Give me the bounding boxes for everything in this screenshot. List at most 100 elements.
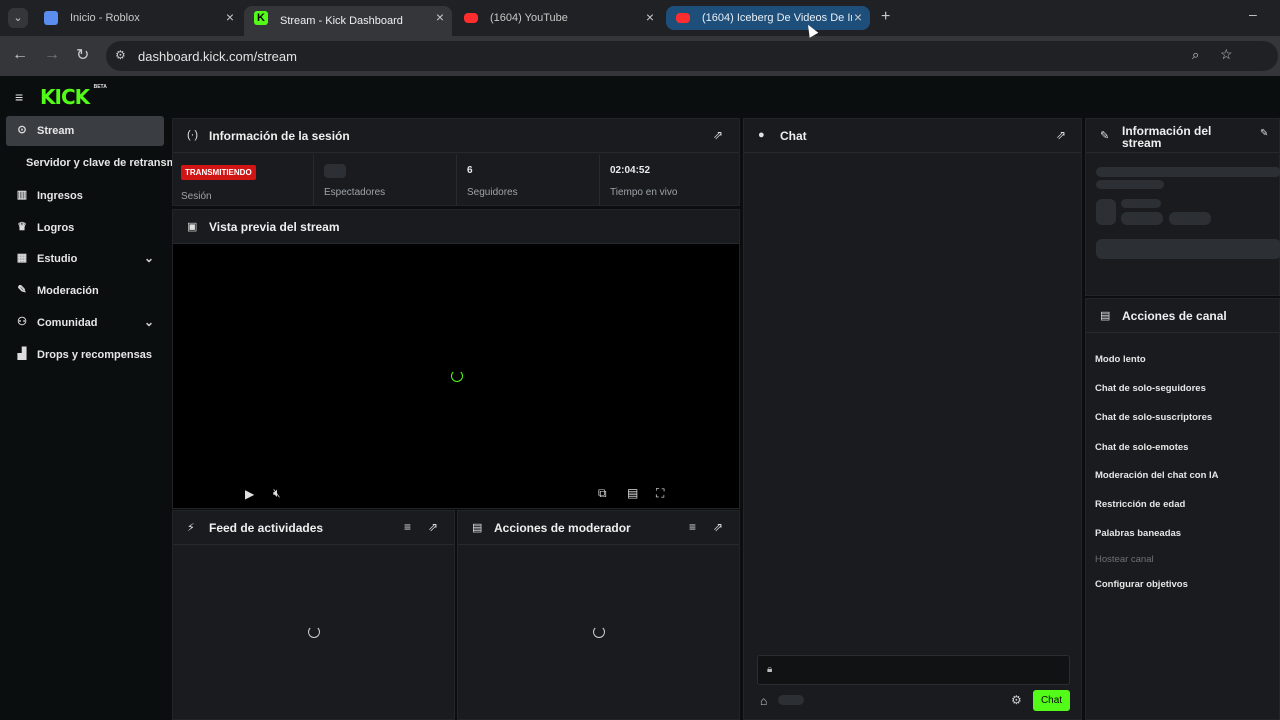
close-icon[interactable]: ×	[436, 9, 444, 25]
chat-panel: ● Chat ⇗ 🔒︎ ⌂ ⚙ Chat	[743, 118, 1082, 720]
wrench-icon: ✎	[1100, 130, 1110, 142]
tab-title: Stream - Kick Dashboard	[280, 15, 403, 27]
panel-header: (·) Información de la sesión ⇗	[173, 119, 739, 153]
url-text: dashboard.kick.com/stream	[138, 49, 297, 64]
popout-icon[interactable]: ⇗	[713, 520, 723, 534]
chevron-down-icon: ⌄	[143, 315, 154, 329]
fullscreen-icon[interactable]: ⛶	[656, 486, 664, 501]
sidebar-item-drops[interactable]: ▟ Drops y recompensas	[6, 340, 164, 370]
button-loading-skeleton	[1096, 239, 1280, 259]
tab-youtube-iceberg[interactable]: (1604) Iceberg De Videos De In ×	[666, 6, 870, 30]
picture-in-picture-icon[interactable]: ⧉	[598, 486, 607, 501]
roblox-icon	[44, 11, 58, 25]
channel-action-subscribers-only[interactable]: Chat de solo-suscriptores	[1095, 412, 1212, 423]
kick-logo[interactable]: KICK BETA	[40, 84, 107, 109]
viewers-loading-skeleton	[324, 164, 346, 178]
sidebar-item-label: Moderación	[37, 285, 99, 297]
panel-title: Feed de actividades	[209, 521, 324, 535]
minimize-icon[interactable]: –	[1249, 6, 1257, 22]
stream-preview-panel: ▣ Vista previa del stream ▶ 🔇︎ ⧉ ▤ ⛶	[172, 209, 740, 509]
stat-label: Sesión	[181, 191, 212, 202]
tab-list-chevron-icon[interactable]: ⌄	[8, 8, 28, 28]
chat-bubble-icon: ●	[758, 129, 765, 141]
loading-spinner-icon	[308, 626, 320, 638]
filter-icon[interactable]: ≡	[689, 520, 696, 534]
panel-header: ✎ Información del stream ✎	[1086, 119, 1279, 153]
sidebar-item-estudio[interactable]: ▦ Estudio ⌄	[6, 244, 164, 274]
back-arrow-icon[interactable]: ←	[12, 46, 28, 64]
chart-icon: ▥	[16, 189, 28, 201]
close-icon[interactable]: ×	[226, 9, 234, 25]
close-icon[interactable]: ×	[854, 9, 862, 25]
wrench-icon: ✎	[17, 284, 27, 296]
category-loading-skeleton	[1096, 180, 1164, 189]
tab-title: Inicio - Roblox	[70, 12, 140, 24]
chat-input[interactable]: 🔒︎	[757, 655, 1070, 685]
youtube-icon	[464, 13, 478, 23]
hamburger-menu-icon[interactable]: ≡	[15, 89, 23, 105]
tab-title: (1604) Iceberg De Videos De In	[702, 12, 852, 24]
reload-icon[interactable]: ↻	[76, 45, 89, 65]
session-info-panel: (·) Información de la sesión ⇗ TRANSMITI…	[172, 118, 740, 206]
sidebar-item-server-key[interactable]: Servidor y clave de retransmisión	[6, 148, 172, 178]
panel-title: Chat	[780, 129, 807, 143]
sidebar-item-label: Logros	[37, 222, 75, 234]
forward-arrow-icon[interactable]: →	[44, 46, 60, 64]
sidebar-item-comunidad[interactable]: ⚇ Comunidad ⌄	[6, 308, 164, 338]
settings-gear-icon[interactable]: ⚙	[1011, 693, 1022, 707]
stream-info-panel: ✎ Información del stream ✎	[1085, 118, 1280, 296]
browser-toolbar: ← → ↻ ⚙ dashboard.kick.com/stream ⌕ ☆	[0, 36, 1280, 76]
popout-icon[interactable]: ⇗	[428, 520, 438, 534]
lock-icon: 🔒︎	[767, 664, 773, 675]
filter-icon[interactable]: ≡	[404, 520, 411, 534]
stat-session: TRANSMITIENDO Sesión	[173, 154, 314, 206]
sidebar-item-moderacion[interactable]: ✎ Moderación	[6, 276, 164, 306]
close-icon[interactable]: ×	[646, 9, 654, 25]
theater-mode-icon[interactable]: ▤	[627, 486, 638, 500]
channel-action-followers-only[interactable]: Chat de solo-seguidores	[1095, 383, 1206, 394]
chat-send-button[interactable]: Chat	[1033, 690, 1070, 711]
lightning-icon: ⚡︎	[187, 522, 195, 534]
panel-title: Información del stream	[1122, 124, 1212, 150]
people-icon: ⚇	[17, 316, 27, 328]
sidebar-item-label: Ingresos	[37, 190, 83, 202]
tab-roblox[interactable]: Inicio - Roblox ×	[34, 6, 242, 30]
loading-spinner-icon	[593, 626, 605, 638]
sidebar-item-label: Drops y recompensas	[37, 349, 152, 361]
edit-pencil-icon[interactable]: ✎	[1260, 128, 1268, 139]
play-icon[interactable]: ▶	[245, 487, 254, 501]
popout-icon[interactable]: ⇗	[1056, 128, 1066, 142]
new-tab-icon[interactable]: +	[881, 8, 890, 26]
channel-action-age-restriction[interactable]: Restricción de edad	[1095, 499, 1185, 510]
zoom-icon[interactable]: ⌕	[1192, 47, 1199, 63]
stat-value: 02:04:52	[610, 165, 651, 176]
channel-action-host-channel: Hostear canal	[1095, 554, 1154, 565]
store-icon[interactable]: ⌂	[760, 694, 767, 708]
thumbnail-loading-skeleton	[1096, 199, 1116, 225]
gift-icon: ▟	[17, 348, 27, 360]
channel-action-emotes-only[interactable]: Chat de solo-emotes	[1095, 442, 1188, 453]
sidebar-item-ingresos[interactable]: ▥ Ingresos	[6, 181, 164, 211]
stat-label: Espectadores	[324, 187, 386, 198]
mute-icon[interactable]: 🔇︎	[273, 486, 281, 501]
panel-header: ▣ Vista previa del stream	[173, 210, 739, 244]
sidebar-item-stream[interactable]: ⊙ Stream	[6, 116, 164, 146]
channel-action-ai-moderation[interactable]: Moderación del chat con IA	[1095, 470, 1219, 481]
panel-title: Acciones de canal	[1122, 309, 1227, 323]
channel-action-banned-words[interactable]: Palabras baneadas	[1095, 528, 1181, 539]
panel-title: Vista previa del stream	[209, 220, 340, 234]
popout-icon[interactable]: ⇗	[713, 128, 723, 142]
address-bar[interactable]: ⚙ dashboard.kick.com/stream ⌕ ☆	[106, 41, 1278, 71]
channel-action-slow-mode[interactable]: Modo lento	[1095, 354, 1146, 365]
channel-action-set-goals[interactable]: Configurar objetivos	[1095, 579, 1188, 590]
broadcast-icon: ⊙	[17, 124, 27, 136]
tab-youtube[interactable]: (1604) YouTube ×	[454, 6, 662, 30]
sidebar-item-label: Comunidad	[37, 317, 98, 329]
tab-kick-dashboard[interactable]: K Stream - Kick Dashboard ×	[244, 6, 452, 36]
site-settings-icon[interactable]: ⚙	[115, 48, 126, 62]
panel-header: ▤ Acciones de moderador ≡ ⇗	[458, 511, 739, 545]
bookmark-star-icon[interactable]: ☆	[1220, 46, 1233, 63]
activity-feed-panel: ⚡︎ Feed de actividades ≡ ⇗	[172, 510, 455, 720]
youtube-icon	[676, 13, 690, 23]
sidebar-item-logros[interactable]: ♛ Logros	[6, 213, 164, 243]
